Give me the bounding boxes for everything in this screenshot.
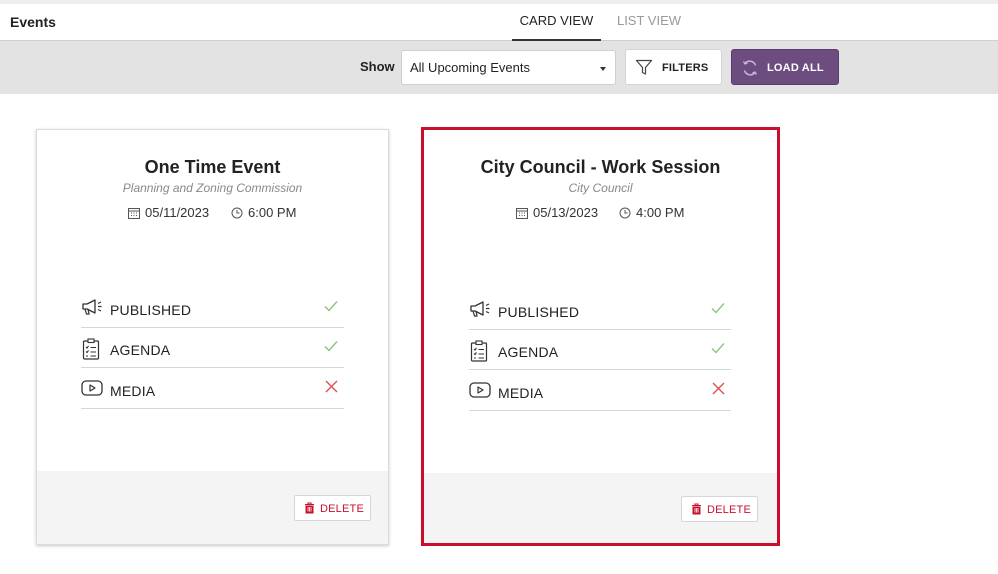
clipboard-list-icon [81, 338, 101, 365]
show-select-value: All Upcoming Events [410, 60, 530, 75]
event-title: One Time Event [144, 157, 281, 177]
check-icon [324, 339, 338, 357]
event-title: City Council - Work Session [480, 157, 721, 177]
play-icon [81, 379, 103, 402]
card-footer: DELETE [424, 473, 777, 543]
funnel-icon [635, 59, 653, 81]
event-date-text: 05/13/2023 [533, 205, 599, 220]
trash-icon [305, 502, 314, 514]
event-card[interactable]: One Time Event Planning and Zoning Commi… [36, 129, 389, 545]
delete-label: DELETE [707, 504, 751, 516]
status-row-agenda: AGENDA [81, 328, 344, 368]
clock-icon [619, 207, 631, 219]
status-row-published: PUBLISHED [469, 290, 731, 330]
event-time: 6:00 PM [231, 205, 296, 220]
event-card-selected[interactable]: City Council - Work Session City Council… [421, 127, 780, 546]
status-label: MEDIA [110, 383, 156, 399]
top-bar: Events CARD VIEW LIST VIEW [0, 0, 998, 41]
status-row-media: MEDIA [469, 371, 731, 411]
refresh-icon [741, 59, 759, 82]
cross-icon [712, 382, 725, 400]
event-date: 05/11/2023 [128, 205, 209, 220]
event-date: 05/13/2023 [516, 205, 598, 220]
tab-card-view[interactable]: CARD VIEW [512, 13, 601, 41]
check-icon [711, 301, 725, 319]
clipboard-list-icon [469, 340, 489, 367]
filters-label: FILTERS [662, 62, 709, 74]
clock-icon [231, 207, 243, 219]
card-footer: DELETE [37, 471, 388, 544]
status-row-media: MEDIA [81, 369, 344, 409]
check-icon [711, 341, 725, 359]
calendar-icon [128, 208, 140, 219]
load-all-button[interactable]: LOAD ALL [731, 49, 839, 85]
page-title: Events [10, 14, 56, 30]
status-row-published: PUBLISHED [81, 288, 344, 328]
event-time: 4:00 PM [619, 205, 684, 220]
show-select[interactable]: All Upcoming Events [401, 50, 616, 85]
load-all-label: LOAD ALL [767, 62, 824, 74]
tab-list-view[interactable]: LIST VIEW [612, 13, 686, 41]
caret-down-icon [600, 67, 606, 71]
status-label: PUBLISHED [498, 304, 580, 320]
show-label: Show [360, 59, 395, 74]
filter-toolbar: Show All Upcoming Events FILTERS LOAD AL… [0, 41, 998, 94]
megaphone-icon [81, 298, 103, 321]
event-time-text: 6:00 PM [248, 205, 297, 220]
delete-label: DELETE [320, 503, 364, 515]
megaphone-icon [469, 300, 491, 323]
status-label: PUBLISHED [110, 302, 192, 318]
delete-button[interactable]: DELETE [681, 496, 758, 522]
status-label: MEDIA [498, 385, 544, 401]
play-icon [469, 381, 491, 404]
event-body: City Council [568, 181, 633, 195]
event-time-text: 4:00 PM [636, 205, 685, 220]
delete-button[interactable]: DELETE [294, 495, 371, 521]
status-label: AGENDA [110, 342, 171, 358]
event-date-text: 05/11/2023 [145, 205, 210, 220]
calendar-icon [516, 208, 528, 219]
status-label: AGENDA [498, 344, 559, 360]
check-icon [324, 299, 338, 317]
cross-icon [325, 380, 338, 398]
filters-button[interactable]: FILTERS [625, 49, 722, 85]
event-body: Planning and Zoning Commission [122, 181, 303, 195]
status-row-agenda: AGENDA [469, 330, 731, 370]
trash-icon [692, 503, 701, 515]
